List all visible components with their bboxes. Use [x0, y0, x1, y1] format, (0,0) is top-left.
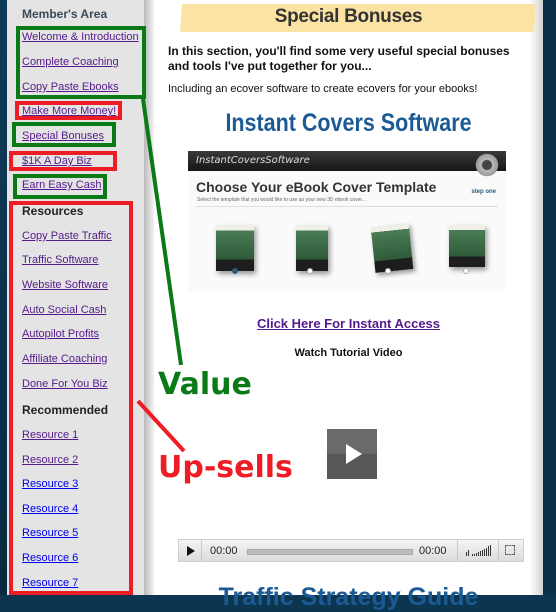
- annotation-lines: [136, 98, 186, 453]
- upsell-annotation: Up-sells: [158, 450, 293, 485]
- value-annotation: Value: [158, 367, 252, 402]
- value-pointer-line: [141, 98, 183, 366]
- upsell-pointer-line: [136, 399, 186, 453]
